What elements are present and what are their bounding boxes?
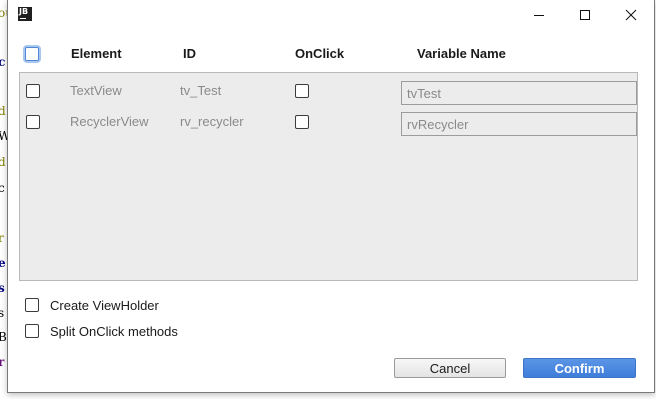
create-viewholder-label[interactable]: Create ViewHolder: [50, 298, 159, 313]
header-id: ID: [183, 46, 196, 61]
app-icon-label: JB: [19, 7, 29, 16]
variable-name-field[interactable]: rvRecycler: [401, 112, 637, 136]
onclick-checkbox[interactable]: [295, 84, 309, 98]
create-viewholder-checkbox[interactable]: [25, 298, 39, 312]
jetbrains-app-icon: JB: [18, 7, 32, 21]
close-button[interactable]: [608, 0, 654, 30]
row-select-checkbox[interactable]: [26, 115, 40, 129]
row-select-checkbox[interactable]: [26, 84, 40, 98]
header-element: Element: [71, 46, 122, 61]
elements-table: TextView tv_Test tvTest RecyclerView rv_…: [19, 72, 638, 281]
table-row: RecyclerView rv_recycler rvRecycler: [20, 106, 637, 137]
maximize-button[interactable]: [562, 0, 608, 30]
editor-fragment: s: [0, 306, 5, 320]
cancel-button[interactable]: Cancel: [394, 358, 506, 378]
element-id: tv_Test: [180, 83, 222, 98]
header-variable-name: Variable Name: [417, 46, 506, 61]
editor-fragment: r: [0, 355, 5, 369]
minimize-button[interactable]: [516, 0, 562, 30]
close-icon: [625, 9, 637, 21]
editor-fragment: s: [0, 281, 5, 295]
split-onclick-checkbox[interactable]: [25, 324, 39, 338]
editor-fragment: c: [0, 55, 6, 69]
editor-fragment: r: [0, 231, 4, 245]
element-type: RecyclerView: [70, 114, 149, 129]
confirm-button[interactable]: Confirm: [523, 358, 636, 378]
variable-name-field[interactable]: tvTest: [401, 81, 637, 105]
editor-fragment: B: [0, 330, 7, 344]
title-bar[interactable]: JB: [8, 0, 654, 30]
onclick-checkbox[interactable]: [295, 115, 309, 129]
element-id: rv_recycler: [180, 114, 244, 129]
dialog-window: JB Element ID OnClick Variable Name Text…: [7, 0, 655, 393]
editor-fragment: d: [0, 104, 6, 118]
select-all-checkbox[interactable]: [25, 47, 39, 61]
editor-fragment: e: [0, 256, 6, 270]
header-onclick: OnClick: [295, 46, 345, 61]
split-onclick-label[interactable]: Split OnClick methods: [50, 324, 178, 339]
element-type: TextView: [70, 83, 122, 98]
minimize-icon: [534, 15, 544, 16]
maximize-icon: [580, 10, 590, 20]
editor-fragment: c: [0, 181, 5, 195]
editor-fragment: d: [0, 155, 6, 169]
table-row: TextView tv_Test tvTest: [20, 75, 637, 106]
